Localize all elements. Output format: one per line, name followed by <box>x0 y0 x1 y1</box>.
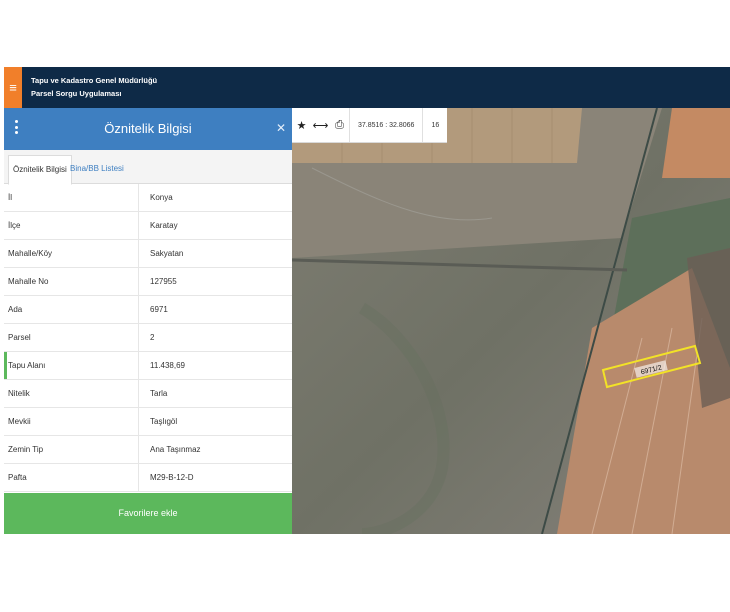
panel-header: Öznitelik Bilgisi ✕ <box>4 108 292 150</box>
table-row: Pafta M29-B-12-D <box>4 463 292 492</box>
attribute-key: Nitelik <box>4 379 139 408</box>
print-icon[interactable]: ⎙ <box>330 108 349 142</box>
attribute-key: Pafta <box>4 463 139 492</box>
tab-attribute-info[interactable]: Öznitelik Bilgisi <box>8 155 72 185</box>
table-row: İl Konya <box>4 184 292 212</box>
satellite-map[interactable]: 6971/2 ★ ⟷ ⎙ 37.8516 : 32.8066 16 <box>292 108 730 534</box>
app-title: Parsel Sorgu Uygulaması <box>31 89 122 98</box>
table-row: Tapu Alanı 11.438,69 <box>4 351 292 380</box>
attribute-value: Karatay <box>138 211 292 240</box>
attribute-value: Sakyatan <box>138 239 292 268</box>
attribute-value: Tarla <box>138 379 292 408</box>
attribute-value: Konya <box>138 184 292 212</box>
panel-tabs: Öznitelik Bilgisi Bina/BB Listesi <box>4 150 292 185</box>
attribute-key: İlçe <box>4 211 139 240</box>
star-icon[interactable]: ★ <box>292 108 311 142</box>
attribute-value: M29-B-12-D <box>138 463 292 492</box>
header-titles: Tapu ve Kadastro Genel Müdürlüğü Parsel … <box>31 74 157 100</box>
attribute-panel: Öznitelik Bilgisi ✕ Öznitelik Bilgisi Bi… <box>4 108 292 534</box>
close-icon[interactable]: ✕ <box>276 121 286 135</box>
attribute-key: Ada <box>4 295 139 324</box>
attribute-key: Mahalle/Köy <box>4 239 139 268</box>
measure-icon[interactable]: ⟷ <box>311 108 330 142</box>
table-row: Mevkii Taşlıgöl <box>4 407 292 436</box>
attribute-value: 6971 <box>138 295 292 324</box>
attribute-value: Taşlıgöl <box>138 407 292 436</box>
table-row: Ada 6971 <box>4 295 292 324</box>
top-header-bar: ≡ Tapu ve Kadastro Genel Müdürlüğü Parse… <box>4 67 730 108</box>
attribute-key: İl <box>4 184 139 212</box>
table-row: Nitelik Tarla <box>4 379 292 408</box>
table-row: Mahalle/Köy Sakyatan <box>4 239 292 268</box>
attribute-key: Mahalle No <box>4 267 139 296</box>
attribute-value: Ana Taşınmaz <box>138 435 292 464</box>
table-row: İlçe Karatay <box>4 211 292 240</box>
table-row: Parsel 2 <box>4 323 292 352</box>
coordinate-readout: 37.8516 : 32.8066 <box>349 108 422 142</box>
attribute-key: Mevkii <box>4 407 139 436</box>
attribute-key: Tapu Alanı <box>4 351 139 380</box>
org-title: Tapu ve Kadastro Genel Müdürlüğü <box>31 76 158 85</box>
tab-building-list[interactable]: Bina/BB Listesi <box>66 155 128 183</box>
table-row: Mahalle No 127955 <box>4 267 292 296</box>
attribute-value: 127955 <box>138 267 292 296</box>
attribute-key: Parsel <box>4 323 139 352</box>
attribute-key: Zemin Tip <box>4 435 139 464</box>
map-toolbar: ★ ⟷ ⎙ 37.8516 : 32.8066 16 <box>292 108 448 143</box>
panel-title: Öznitelik Bilgisi <box>104 121 192 136</box>
attribute-table: İl Konya İlçe Karatay Mahalle/Köy Sakyatan Mah… <box>4 184 292 492</box>
map-imagery[interactable]: 6971/2 <box>292 108 730 534</box>
hamburger-menu-button[interactable]: ≡ <box>4 67 22 108</box>
zoom-level: 16 <box>422 108 447 142</box>
add-favorite-button[interactable]: Favorilere ekle <box>4 493 292 534</box>
app-window: ≡ Tapu ve Kadastro Genel Müdürlüğü Parse… <box>4 67 730 534</box>
attribute-value: 2 <box>138 323 292 352</box>
attribute-value: 11.438,69 <box>138 351 292 380</box>
table-row: Zemin Tip Ana Taşınmaz <box>4 435 292 464</box>
